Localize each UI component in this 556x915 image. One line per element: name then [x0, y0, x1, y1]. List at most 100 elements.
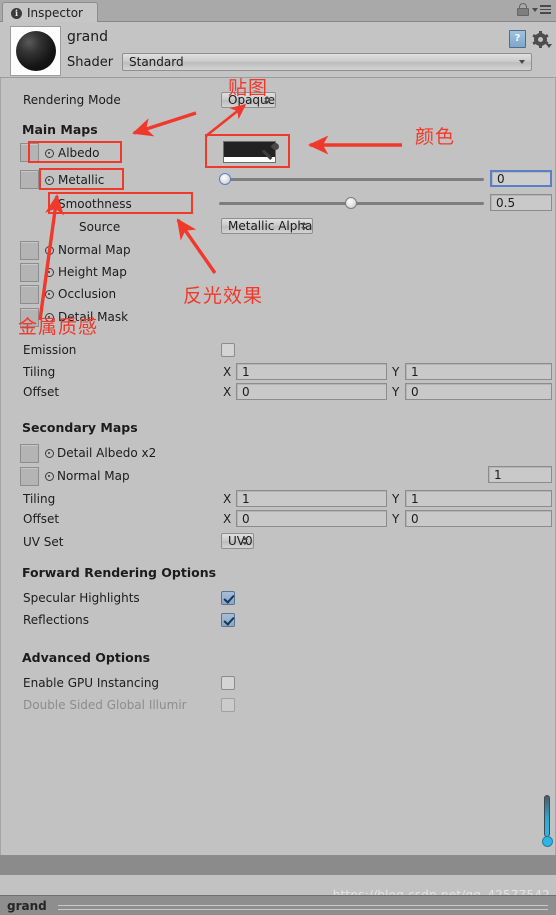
uv-set-dropdown[interactable]: UV0: [221, 533, 254, 549]
main-tiling-y-input[interactable]: 1: [405, 363, 552, 380]
main-tiling-x-input[interactable]: 1: [236, 363, 387, 380]
section-advanced-options: Advanced Options: [1, 649, 556, 667]
secondary-offset-x-input[interactable]: 0: [236, 510, 387, 527]
resize-cursor-icon: [542, 795, 553, 847]
reflections-label: Reflections: [23, 613, 89, 627]
secondary-normal-map-target-icon[interactable]: [45, 472, 54, 481]
tab-inspector-label: Inspector: [27, 6, 83, 20]
tab-inspector[interactable]: i Inspector: [2, 2, 98, 23]
material-properties-body: Rendering Mode Opaque Main Maps Albedo M…: [0, 78, 556, 855]
normal-map-target-icon[interactable]: [45, 246, 54, 255]
row-normal-map: Normal Map: [1, 241, 556, 260]
main-tiling-y-axis: Y: [392, 365, 400, 379]
secondary-tiling-y-axis: Y: [392, 492, 400, 506]
uv-set-label: UV Set: [23, 535, 64, 549]
row-source: Source Metallic Alpha: [1, 218, 556, 236]
secondary-offset-x-axis: X: [223, 512, 232, 526]
source-label: Source: [79, 220, 121, 234]
status-bar-divider: [58, 905, 548, 910]
rendering-mode-label: Rendering Mode: [23, 93, 121, 107]
hamburger-menu-icon[interactable]: [532, 5, 551, 14]
secondary-offset-y-input[interactable]: 0: [405, 510, 552, 527]
main-maps-title: Main Maps: [22, 122, 98, 137]
uv-set-value: UV0: [228, 534, 253, 548]
main-offset-y-axis: Y: [392, 385, 400, 399]
main-offset-y-input[interactable]: 0: [405, 383, 552, 400]
secondary-tiling-x-input[interactable]: 1: [236, 490, 387, 507]
window-footer-gap: [0, 855, 556, 875]
updown-arrows-icon: [241, 537, 248, 545]
unity-inspector-window: i Inspector grand Shader Standard ? Rend…: [0, 0, 556, 915]
row-gpu-instancing: Enable GPU Instancing: [1, 674, 556, 692]
double-sided-gi-label: Double Sided Global Illumir: [23, 698, 187, 712]
row-metallic: Metallic 0: [1, 170, 556, 189]
row-uv-set: UV Set UV0: [1, 533, 556, 551]
normal-map-label: Normal Map: [58, 243, 131, 257]
main-tiling-label: Tiling: [23, 365, 56, 379]
height-map-target-icon[interactable]: [45, 268, 54, 277]
metallic-slider[interactable]: [219, 171, 484, 188]
row-specular-highlights: Specular Highlights: [1, 589, 556, 607]
eyedropper-icon[interactable]: [262, 141, 281, 161]
help-book-icon[interactable]: ?: [509, 30, 526, 48]
albedo-texture-slot[interactable]: [20, 143, 39, 162]
detail-albedo-label: Detail Albedo x2: [57, 446, 157, 460]
metallic-texture-slot[interactable]: [20, 170, 39, 189]
main-tiling-x-axis: X: [223, 365, 232, 379]
material-header-icons: ?: [509, 30, 552, 48]
annotation-texture-text: 贴图: [228, 77, 269, 99]
detail-albedo-texture-slot[interactable]: [20, 444, 39, 463]
secondary-maps-title: Secondary Maps: [22, 420, 138, 435]
metallic-value-input[interactable]: 0: [490, 170, 552, 187]
secondary-normal-scale-input[interactable]: 1: [488, 466, 552, 483]
source-value: Metallic Alpha: [228, 219, 313, 233]
main-offset-x-axis: X: [223, 385, 232, 399]
row-rendering-mode: Rendering Mode Opaque: [1, 91, 556, 109]
shader-label: Shader: [67, 55, 114, 70]
reflections-checkbox[interactable]: [221, 613, 235, 627]
metallic-target-icon[interactable]: [45, 176, 54, 185]
emission-checkbox[interactable]: [221, 343, 235, 357]
info-circle-icon: i: [11, 7, 22, 19]
secondary-normal-map-texture-slot[interactable]: [20, 467, 39, 486]
double-sided-gi-checkbox: [221, 698, 235, 712]
smoothness-value-input[interactable]: 0.5: [490, 194, 552, 211]
forward-rendering-title: Forward Rendering Options: [22, 565, 217, 580]
secondary-tiling-y-input[interactable]: 1: [405, 490, 552, 507]
occlusion-texture-slot[interactable]: [20, 285, 39, 304]
source-dropdown[interactable]: Metallic Alpha: [221, 218, 314, 234]
row-reflections: Reflections: [1, 611, 556, 629]
inspector-tab-bar: i Inspector: [0, 0, 556, 23]
occlusion-target-icon[interactable]: [45, 290, 54, 299]
secondary-tiling-x-axis: X: [223, 492, 232, 506]
albedo-target-icon[interactable]: [45, 149, 54, 158]
height-map-texture-slot[interactable]: [20, 263, 39, 282]
gpu-instancing-checkbox[interactable]: [221, 676, 235, 690]
material-name: grand: [67, 29, 108, 45]
row-smoothness: Smoothness 0.5: [1, 194, 556, 213]
row-height-map: Height Map: [1, 263, 556, 282]
metallic-label: Metallic: [58, 173, 105, 187]
smoothness-slider[interactable]: [219, 195, 484, 212]
annotation-color-text: 颜色: [415, 126, 456, 148]
shader-dropdown[interactable]: Standard: [122, 53, 532, 71]
detail-albedo-target-icon[interactable]: [45, 449, 54, 458]
section-secondary-maps: Secondary Maps: [1, 419, 556, 437]
lock-icon[interactable]: [517, 3, 529, 16]
row-occlusion: Occlusion: [1, 285, 556, 304]
albedo-label: Albedo: [58, 146, 100, 160]
gear-icon[interactable]: [532, 30, 552, 48]
secondary-normal-map-label: Normal Map: [57, 469, 130, 483]
updown-arrows-icon: [301, 222, 308, 230]
section-forward-rendering: Forward Rendering Options: [1, 564, 556, 582]
status-bar-text: grand: [7, 899, 47, 913]
main-offset-x-input[interactable]: 0: [236, 383, 387, 400]
gpu-instancing-label: Enable GPU Instancing: [23, 676, 160, 690]
specular-highlights-checkbox[interactable]: [221, 591, 235, 605]
height-map-label: Height Map: [58, 265, 127, 279]
normal-map-texture-slot[interactable]: [20, 241, 39, 260]
row-main-offset: Offset X 0 Y 0: [1, 383, 556, 401]
main-offset-label: Offset: [23, 385, 60, 399]
material-sphere-preview: [10, 26, 61, 76]
secondary-tiling-label: Tiling: [23, 492, 56, 506]
